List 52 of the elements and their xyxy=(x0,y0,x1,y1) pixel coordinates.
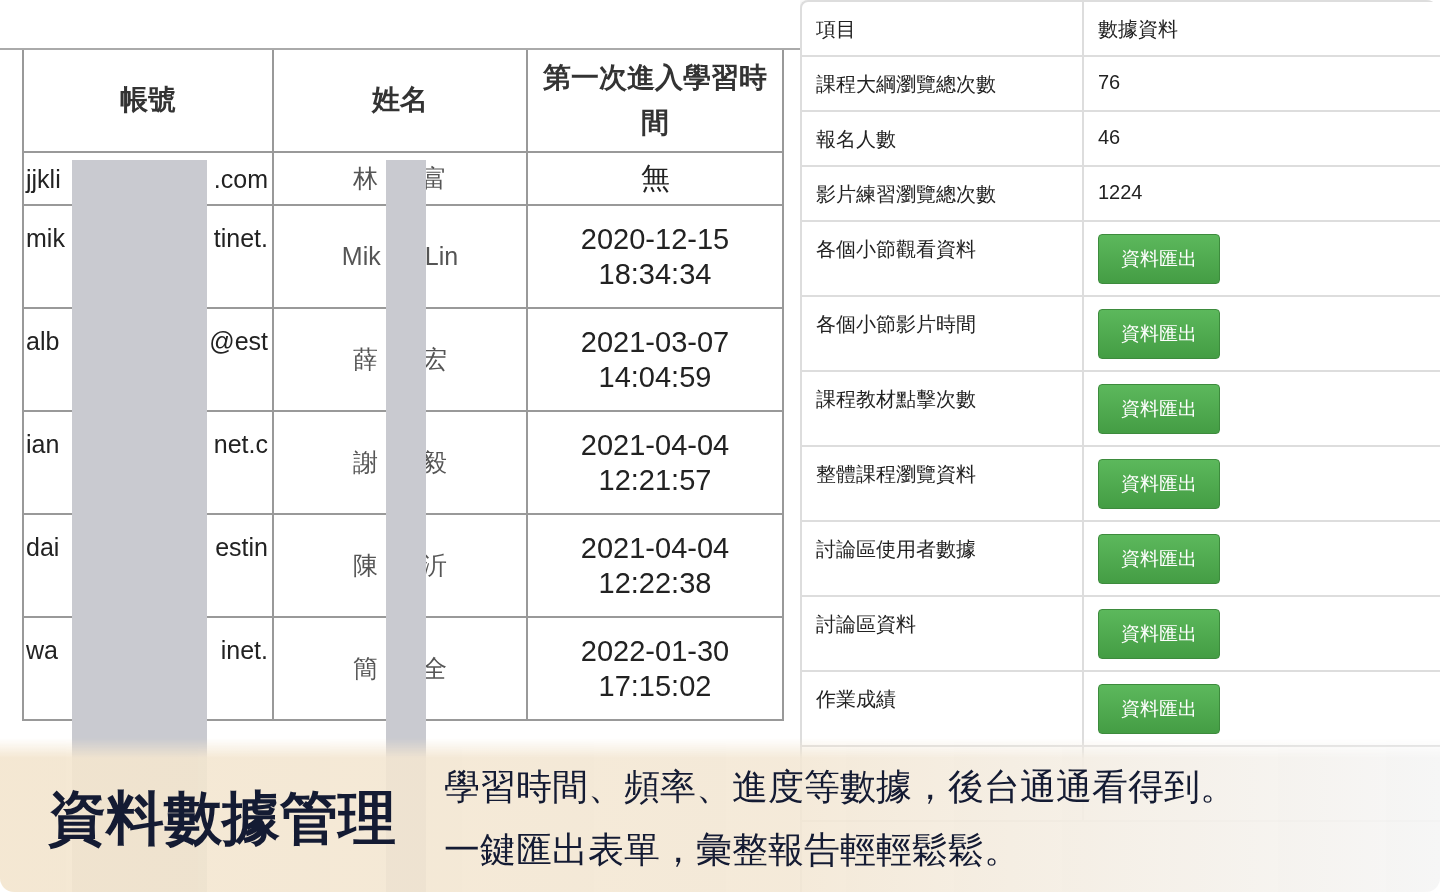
table-cell: 討論區資料 xyxy=(802,597,1084,670)
account-text: @est xyxy=(209,327,268,356)
account-text: net.c xyxy=(213,430,268,459)
name-text: Mik xyxy=(341,242,381,271)
column-header: 帳號 xyxy=(22,50,274,153)
account-text: ian xyxy=(26,430,60,459)
table-cell: 整體課程瀏覽資料 xyxy=(802,447,1084,520)
account-text: inet. xyxy=(220,636,268,665)
account-text: dai xyxy=(26,533,60,562)
table-cell: 1224 xyxy=(1098,181,1143,204)
table-cell: 2022-01-30 17:15:02 xyxy=(528,618,784,721)
export-button[interactable]: 資料匯出 xyxy=(1098,609,1220,659)
table-cell: 課程教材點擊次數 xyxy=(802,372,1084,445)
caption-text: 一鍵匯出表單，彙整報告輕輕鬆鬆。 xyxy=(444,828,1021,872)
table-cell: 課程大綱瀏覽總次數 xyxy=(802,57,1084,110)
account-text: jjkli xyxy=(26,165,61,194)
export-button[interactable]: 資料匯出 xyxy=(1098,309,1220,359)
column-header: 姓名 xyxy=(274,50,528,153)
name-text: 林 xyxy=(353,163,378,194)
name-text: 陳 xyxy=(353,550,378,581)
account-text: .com xyxy=(213,165,268,194)
export-button[interactable]: 資料匯出 xyxy=(1098,684,1220,734)
export-button[interactable]: 資料匯出 xyxy=(1098,384,1220,434)
table-cell: 46 xyxy=(1098,126,1121,149)
name-text: 謝 xyxy=(353,447,378,478)
account-text: estin xyxy=(215,533,268,562)
account-text: wa xyxy=(26,636,58,665)
table-cell: 無 xyxy=(528,153,784,206)
name-text: 薛 xyxy=(353,344,378,375)
caption-text: 學習時間、頻率、進度等數據，後台通通看得到。 xyxy=(444,765,1236,809)
table-cell: 討論區使用者數據 xyxy=(802,522,1084,595)
name-text: 簡 xyxy=(353,653,378,684)
table-cell: 2021-04-04 12:21:57 xyxy=(528,412,784,515)
table-cell: 影片練習瀏覽總次數 xyxy=(802,167,1084,220)
table-cell: 2020-12-15 18:34:34 xyxy=(528,206,784,309)
table-cell: 各個小節觀看資料 xyxy=(802,222,1084,295)
table-cell: 2021-04-04 12:22:38 xyxy=(528,515,784,618)
table-cell: 報名人數 xyxy=(802,112,1084,165)
column-header: 第一次進入學習時間 xyxy=(528,50,784,153)
export-button[interactable]: 資料匯出 xyxy=(1098,234,1220,284)
column-header: 數據資料 xyxy=(1097,17,1179,42)
account-text: alb xyxy=(26,327,60,356)
table-cell: 76 xyxy=(1098,71,1121,94)
table-cell: 各個小節影片時間 xyxy=(802,297,1084,370)
table-cell: 2021-03-07 14:04:59 xyxy=(528,309,784,412)
export-button[interactable]: 資料匯出 xyxy=(1098,534,1220,584)
column-header: 項目 xyxy=(802,2,1084,55)
export-button[interactable]: 資料匯出 xyxy=(1098,459,1220,509)
name-text: Lin xyxy=(424,242,459,271)
account-text: mik xyxy=(26,224,65,253)
account-text: tinet. xyxy=(213,224,268,253)
caption-title: 資料數據管理 xyxy=(48,784,396,852)
